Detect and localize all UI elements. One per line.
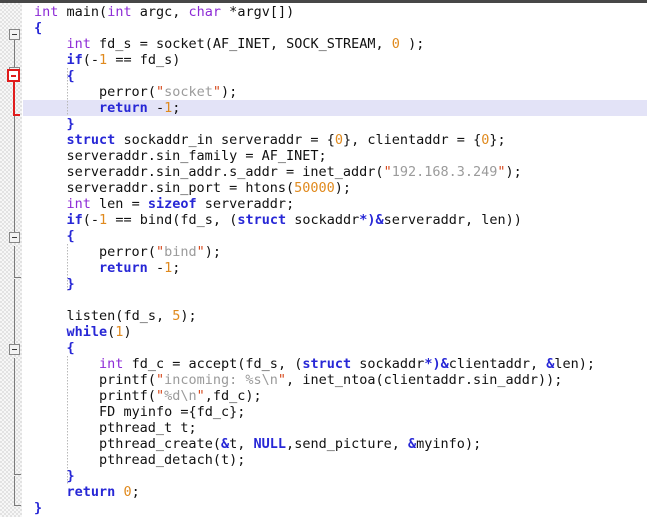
fold-marker-if-socket[interactable] bbox=[7, 69, 20, 82]
code-line[interactable]: } bbox=[23, 276, 647, 292]
fold-end-tick-main bbox=[14, 505, 21, 506]
fold-end-tick-if-bind bbox=[14, 277, 21, 278]
code-text-area[interactable]: int main(int argc, char *argv[]) { int f… bbox=[23, 3, 647, 517]
fold-spine-main-mid bbox=[14, 116, 15, 233]
code-line[interactable]: serveraddr.sin_family = AF_INET; bbox=[23, 148, 647, 164]
fold-spine-if-bind bbox=[14, 246, 15, 278]
code-line[interactable]: listen(fd_s, 5); bbox=[23, 308, 647, 324]
code-line[interactable]: serveraddr.sin_port = htons(50000); bbox=[23, 180, 647, 196]
code-line[interactable]: { bbox=[23, 20, 647, 36]
code-line-blank[interactable] bbox=[23, 292, 647, 308]
code-line[interactable]: return 0; bbox=[23, 484, 647, 500]
code-line[interactable]: int main(int argc, char *argv[]) bbox=[23, 4, 647, 20]
code-line[interactable]: int fd_c = accept(fd_s, (struct sockaddr… bbox=[23, 356, 647, 372]
fold-spine-if-socket bbox=[13, 82, 15, 115]
fold-marker-main-open[interactable] bbox=[9, 29, 20, 40]
code-line[interactable]: } bbox=[23, 468, 647, 484]
code-line[interactable]: } bbox=[23, 116, 647, 132]
fold-spine-while-body bbox=[14, 358, 15, 475]
fold-spine-main-lower bbox=[14, 476, 15, 506]
code-line[interactable]: pthread_detach(t); bbox=[23, 452, 647, 468]
code-line[interactable]: printf("incoming: %s\n", inet_ntoa(clien… bbox=[23, 372, 647, 388]
code-line[interactable]: struct sockaddr_in serveraddr = {0}, cli… bbox=[23, 132, 647, 148]
code-line[interactable]: { bbox=[23, 228, 647, 244]
code-line[interactable]: printf("%d\n",fd_c); bbox=[23, 388, 647, 404]
code-line[interactable]: } bbox=[23, 500, 647, 516]
code-line[interactable]: int len = sizeof serveraddr; bbox=[23, 196, 647, 212]
code-line[interactable]: perror("socket"); bbox=[23, 84, 647, 100]
code-line[interactable]: while(1) bbox=[23, 324, 647, 340]
fold-spine-main-upper bbox=[14, 37, 15, 69]
code-line[interactable]: { bbox=[23, 68, 647, 84]
code-line[interactable]: pthread_t t; bbox=[23, 420, 647, 436]
code-line[interactable]: serveraddr.sin_addr.s_addr = inet_addr("… bbox=[23, 164, 647, 180]
code-line[interactable]: return -1; bbox=[23, 260, 647, 276]
code-line[interactable]: pthread_create(&t, NULL,send_picture, &m… bbox=[23, 436, 647, 452]
code-line[interactable]: FD myinfo ={fd_c}; bbox=[23, 404, 647, 420]
code-line[interactable]: { bbox=[23, 340, 647, 356]
code-line[interactable]: if(-1 == fd_s) bbox=[23, 52, 647, 68]
code-line[interactable]: return -1; bbox=[23, 100, 647, 116]
code-line[interactable]: perror("bind"); bbox=[23, 244, 647, 260]
fold-end-tick-while bbox=[14, 474, 21, 475]
code-line[interactable]: if(-1 == bind(fd_s, (struct sockaddr*)&s… bbox=[23, 212, 647, 228]
fold-spine-main-mid2 bbox=[14, 279, 15, 345]
code-line[interactable]: int fd_s = socket(AF_INET, SOCK_STREAM, … bbox=[23, 36, 647, 52]
fold-marker-while-body[interactable] bbox=[9, 344, 20, 355]
code-editor-window[interactable]: int main(int argc, char *argv[]) { int f… bbox=[0, 0, 647, 517]
fold-marker-if-bind[interactable] bbox=[9, 232, 20, 243]
